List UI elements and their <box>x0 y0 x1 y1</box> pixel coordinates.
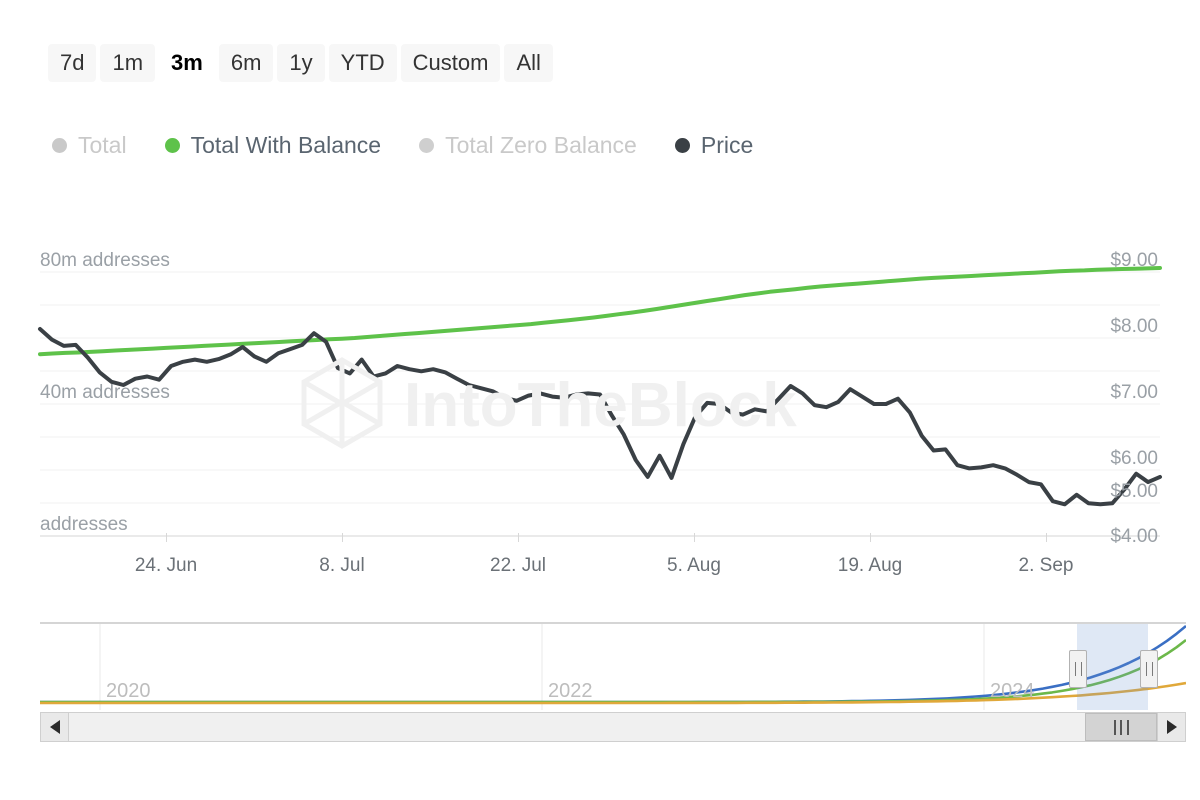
legend-item-total-zero-balance[interactable]: Total Zero Balance <box>419 132 637 159</box>
legend-item-total-with-balance[interactable]: Total With Balance <box>165 132 381 159</box>
scroll-right-button[interactable] <box>1157 712 1186 742</box>
chart-legend: Total Total With Balance Total Zero Balanc… <box>52 132 753 159</box>
chart-plot-area <box>0 230 1200 550</box>
chart-svg <box>0 230 1200 550</box>
range-button-6m[interactable]: 6m <box>219 44 274 82</box>
legend-item-label: Total With Balance <box>191 132 381 159</box>
x-axis-tick-mark <box>870 533 871 542</box>
navigator-handle-left[interactable] <box>1069 650 1087 688</box>
x-axis-tick-mark <box>342 533 343 542</box>
navigator-year-label: 2024 <box>990 680 1035 703</box>
scrollbar-thumb[interactable] <box>1085 713 1157 741</box>
legend-dot-icon <box>52 138 67 153</box>
scroll-left-button[interactable] <box>40 712 69 742</box>
scrollbar-track[interactable] <box>69 712 1157 742</box>
handle-grip-icon <box>1075 662 1082 676</box>
chart-navigator[interactable]: 2020 2022 2024 <box>40 622 1186 712</box>
y-axis-right-label: $5.00 <box>1110 481 1158 503</box>
handle-grip-icon <box>1146 662 1153 676</box>
navigator-year-label: 2020 <box>106 680 151 703</box>
y-axis-left-label: 80m addresses <box>40 250 170 272</box>
grip-lines-icon <box>1114 720 1129 735</box>
x-axis-tick-label: 8. Jul <box>319 555 364 577</box>
y-axis-right-label: $9.00 <box>1110 250 1158 272</box>
gridlines <box>40 272 1160 536</box>
range-button-1y[interactable]: 1y <box>277 44 324 82</box>
y-axis-right-label: $8.00 <box>1110 316 1158 338</box>
navigator-handle-right[interactable] <box>1140 650 1158 688</box>
navigator-selection-mask[interactable] <box>1077 624 1148 710</box>
range-button-1m[interactable]: 1m <box>100 44 155 82</box>
y-axis-right-label: $7.00 <box>1110 382 1158 404</box>
x-axis-tick-mark <box>166 533 167 542</box>
range-button-ytd[interactable]: YTD <box>329 44 397 82</box>
range-button-custom[interactable]: Custom <box>401 44 501 82</box>
range-button-all[interactable]: All <box>504 44 552 82</box>
range-selector: 7d1m3m6m1yYTDCustomAll <box>48 44 553 82</box>
y-axis-right-label: $6.00 <box>1110 448 1158 470</box>
legend-item-total[interactable]: Total <box>52 132 127 159</box>
x-axis-tick-mark <box>694 533 695 542</box>
legend-item-label: Total Zero Balance <box>445 132 637 159</box>
legend-item-label: Total <box>78 132 127 159</box>
legend-dot-icon <box>165 138 180 153</box>
range-button-7d[interactable]: 7d <box>48 44 96 82</box>
range-button-3m[interactable]: 3m <box>159 44 215 82</box>
x-axis-tick-label: 22. Jul <box>490 555 546 577</box>
x-axis-tick-label: 2. Sep <box>1019 555 1074 577</box>
navigator-year-label: 2022 <box>548 680 593 703</box>
x-axis-tick-label: 5. Aug <box>667 555 721 577</box>
legend-dot-icon <box>419 138 434 153</box>
navigator-scrollbar[interactable] <box>40 712 1186 742</box>
y-axis-left-label: 40m addresses <box>40 382 170 404</box>
navigator-gridlines <box>100 624 984 710</box>
x-axis-tick-mark <box>518 533 519 542</box>
series-line-price <box>40 329 1160 504</box>
x-axis: 24. Jun 8. Jul 22. Jul 5. Aug 19. Aug 2. Sep <box>0 533 1200 593</box>
series-line-total-with-balance <box>40 268 1160 354</box>
arrow-left-icon <box>50 720 60 734</box>
arrow-right-icon <box>1167 720 1177 734</box>
x-axis-tick-label: 19. Aug <box>838 555 902 577</box>
x-axis-tick-mark <box>1046 533 1047 542</box>
legend-item-label: Price <box>701 132 753 159</box>
legend-dot-icon <box>675 138 690 153</box>
x-axis-tick-label: 24. Jun <box>135 555 197 577</box>
legend-item-price[interactable]: Price <box>675 132 753 159</box>
